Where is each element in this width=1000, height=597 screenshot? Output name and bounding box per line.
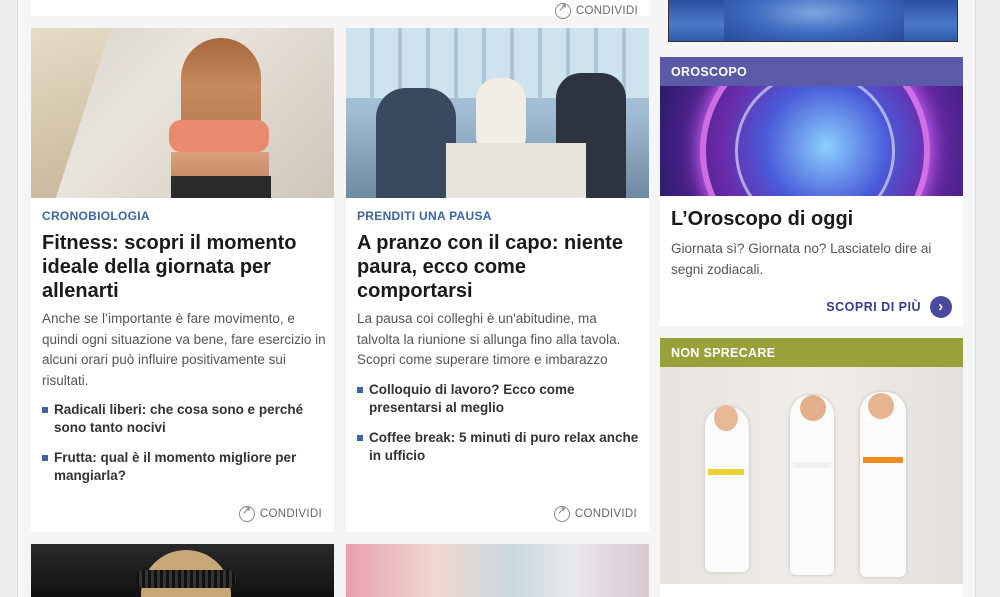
share-button[interactable]: CONDIVIDI [238, 504, 322, 522]
related-links: Colloquio di lavoro? Ecco come presentar… [357, 381, 642, 477]
related-link[interactable]: Colloquio di lavoro? Ecco come presentar… [357, 381, 642, 417]
horoscope-widget: OROSCOPO L’Oroscopo di oggi Giornata sì?… [660, 57, 963, 326]
horoscope-header: OROSCOPO [660, 57, 963, 86]
share-button[interactable]: CONDIVIDI [553, 504, 637, 522]
non-sprecare-widget: NON SPRECARE [660, 338, 963, 597]
related-link[interactable]: Coffee break: 5 minuti di puro relax anc… [357, 429, 642, 465]
share-label: CONDIVIDI [574, 508, 637, 520]
article-card-fitness[interactable]: CRONOBIOLOGIA Fitness: scopri il momento… [31, 28, 334, 532]
sidebar-top-image[interactable] [668, 0, 958, 42]
horoscope-image[interactable] [660, 86, 963, 196]
article-card-pranzo[interactable]: PRENDITI UNA PAUSA A pranzo con il capo:… [346, 28, 649, 532]
non-sprecare-header: NON SPRECARE [660, 338, 963, 367]
article-image-macarons[interactable] [346, 544, 649, 597]
article-category[interactable]: PRENDITI UNA PAUSA [357, 209, 492, 223]
article-description: Anche se l’importante è fare movimento, … [42, 311, 326, 388]
related-link[interactable]: Frutta: qual è il momento migliore per m… [42, 449, 327, 485]
share-icon [238, 504, 255, 522]
article-description: La pausa coi colleghi è un'abitudine, ma… [357, 311, 621, 367]
chevron-right-icon: › [930, 296, 952, 318]
top-partial-card: CONDIVIDI [31, 0, 650, 19]
article-category[interactable]: CRONOBIOLOGIA [42, 209, 150, 223]
share-icon [553, 504, 570, 522]
article-image-pranzo[interactable] [346, 28, 649, 198]
page-container: CONDIVIDI CRONOBIOLOGIA Fitness: scopri … [17, 0, 976, 597]
article-title[interactable]: Fitness: scopri il momento ideale della … [42, 231, 327, 303]
discover-more-button[interactable]: SCOPRI DI PIÙ › [826, 296, 952, 318]
share-label: CONDIVIDI [575, 5, 638, 17]
article-image-mask[interactable] [31, 544, 334, 597]
share-button[interactable]: CONDIVIDI [554, 1, 638, 19]
article-image-fitness[interactable] [31, 28, 334, 198]
share-label: CONDIVIDI [259, 508, 322, 520]
discover-more-label: SCOPRI DI PIÙ [826, 300, 921, 314]
related-link[interactable]: Radicali liberi: che cosa sono e perché … [42, 401, 327, 437]
article-title[interactable]: A pranzo con il capo: niente paura, ecco… [357, 231, 642, 303]
horoscope-description: Giornata sì? Giornata no? Lasciatelo dir… [671, 241, 932, 277]
share-icon [554, 1, 571, 19]
non-sprecare-image[interactable] [660, 367, 963, 584]
horoscope-title[interactable]: L’Oroscopo di oggi [671, 208, 853, 231]
related-links: Radicali liberi: che cosa sono e perché … [42, 401, 327, 497]
